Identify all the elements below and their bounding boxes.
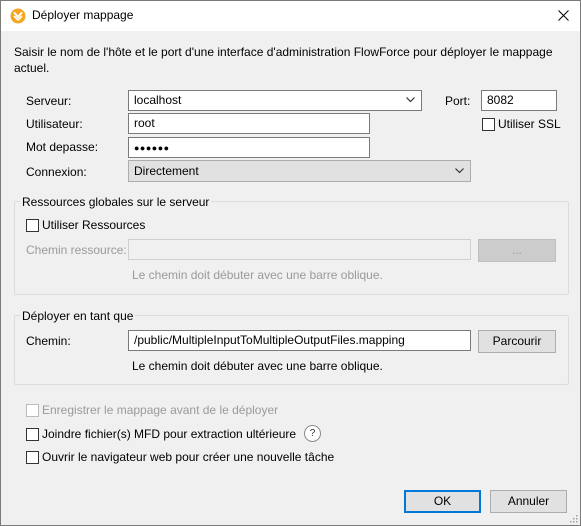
save-before-deploy-label: Enregistrer le mappage avant de le déplo…	[42, 403, 279, 417]
close-button[interactable]	[546, 1, 580, 30]
resource-path-hint: Le chemin doit débuter avec une barre ob…	[132, 268, 383, 282]
connection-select[interactable]: Directement	[128, 160, 471, 182]
open-browser-label: Ouvrir le navigateur web pour créer une …	[42, 450, 335, 464]
connection-value: Directement	[134, 164, 199, 178]
resource-path-input[interactable]	[128, 239, 471, 260]
server-value: localhost	[134, 93, 182, 107]
global-resources-title: Ressources globales sur le serveur	[20, 195, 212, 209]
close-icon	[557, 10, 569, 21]
resource-browse-button[interactable]: ...	[478, 239, 556, 262]
user-input[interactable]: root	[128, 113, 370, 134]
deploy-path-label: Chemin:	[26, 334, 71, 348]
password-input[interactable]: ●●●●●●	[128, 137, 370, 158]
cancel-button[interactable]: Annuler	[490, 490, 567, 513]
ok-button[interactable]: OK	[404, 490, 481, 513]
use-ssl-checkbox[interactable]	[482, 118, 495, 131]
use-resources-label: Utiliser Ressources	[42, 218, 146, 232]
open-browser-checkbox[interactable]	[26, 451, 39, 464]
port-input[interactable]: 8082	[481, 90, 557, 111]
deploy-as-title: Déployer en tant que	[20, 309, 136, 323]
attach-mfd-checkbox[interactable]	[26, 428, 39, 441]
mapforce-app-icon	[10, 8, 26, 24]
deploy-mapping-dialog: Déployer mappage Saisir le nom de l'hôte…	[0, 0, 581, 526]
window-title: Déployer mappage	[32, 8, 134, 22]
connection-label: Connexion:	[26, 165, 87, 179]
server-combobox[interactable]: localhost	[128, 90, 422, 111]
deploy-path-input[interactable]: /public/MultipleInputToMultipleOutputFil…	[128, 330, 471, 351]
save-before-deploy-checkbox[interactable]	[26, 404, 39, 417]
chevron-down-icon	[406, 97, 415, 103]
browse-button[interactable]: Parcourir	[478, 330, 556, 353]
chevron-down-icon	[455, 168, 464, 174]
help-icon[interactable]: ?	[304, 425, 321, 442]
use-ssl-label: Utiliser SSL	[498, 117, 561, 131]
password-label: Mot depasse:	[26, 140, 99, 154]
intro-text: Saisir le nom de l'hôte et le port d'une…	[14, 45, 553, 75]
resource-path-label: Chemin ressource:	[26, 243, 127, 257]
port-label: Port:	[445, 94, 471, 108]
user-label: Utilisateur:	[26, 117, 83, 131]
title-bar: Déployer mappage	[1, 1, 580, 31]
deploy-path-hint: Le chemin doit débuter avec une barre ob…	[132, 359, 383, 373]
use-resources-checkbox[interactable]	[26, 219, 39, 232]
resize-grip-icon[interactable]	[568, 513, 578, 523]
server-label: Serveur:	[26, 94, 72, 108]
attach-mfd-label: Joindre fichier(s) MFD pour extraction u…	[42, 427, 297, 441]
